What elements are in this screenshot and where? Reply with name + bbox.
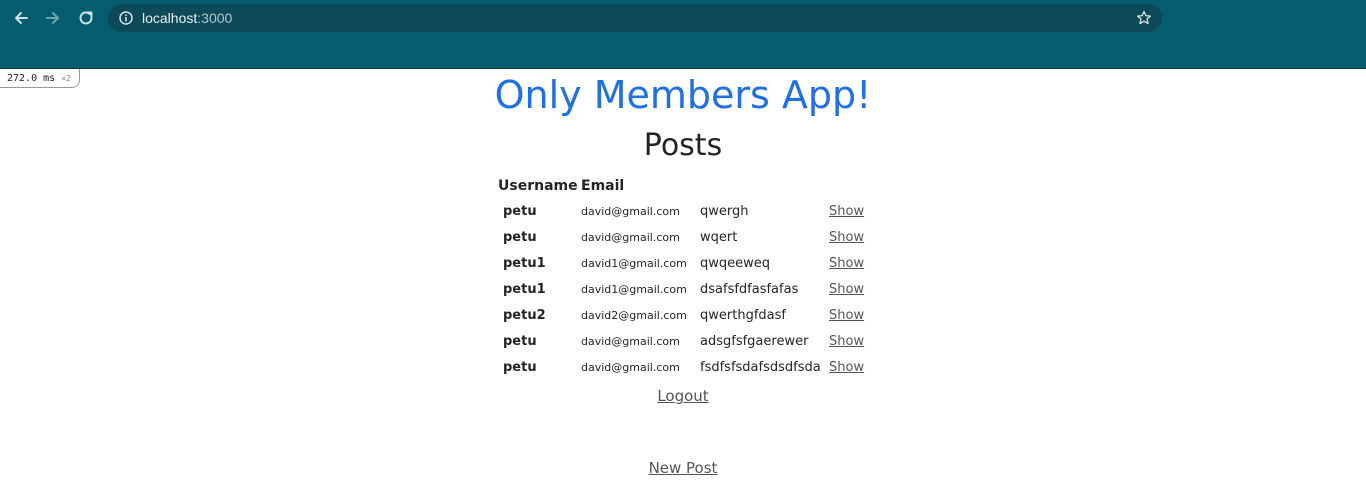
- table-row: petu1 david1@gmail.com dsafsfdfasfafas Show: [498, 276, 869, 302]
- post-message: dsafsfdfasfafas: [700, 281, 799, 297]
- show-link[interactable]: Show: [829, 282, 864, 297]
- post-message: qwqeeweq: [700, 255, 771, 271]
- address-bar[interactable]: localhost:3000: [108, 4, 1162, 32]
- table-row: petu david@gmail.com adsgfsfgaerewer Show: [498, 328, 869, 354]
- post-message: qwergh: [700, 203, 749, 219]
- new-post-link[interactable]: New Post: [649, 459, 718, 477]
- post-email: david2@gmail.com: [581, 308, 687, 322]
- url-port: :3000: [197, 10, 233, 26]
- show-link[interactable]: Show: [829, 334, 864, 349]
- table-row: petu david@gmail.com qwergh Show: [498, 198, 869, 224]
- browser-toolbar: localhost:3000: [0, 0, 1366, 69]
- post-email: david@gmail.com: [581, 334, 680, 348]
- table-row: petu david@gmail.com fsdfsfsdafsdsdfsda Sho…: [498, 354, 869, 380]
- column-header-email: Email: [581, 178, 625, 194]
- show-cell: Show: [829, 276, 869, 302]
- forward-arrow-icon: [46, 12, 59, 24]
- post-email: david@gmail.com: [581, 204, 680, 218]
- reload-button[interactable]: [73, 6, 99, 30]
- show-cell: Show: [829, 302, 869, 328]
- new-post-container: New Post: [0, 458, 1366, 478]
- posts-body: petu david@gmail.com qwergh Show petu david@g…: [498, 198, 869, 380]
- post-username: petu1: [503, 281, 546, 297]
- post-message: wqert: [700, 229, 738, 245]
- back-button[interactable]: [8, 6, 34, 30]
- post-username: petu: [503, 333, 537, 349]
- logout-container: Logout: [0, 386, 1366, 406]
- column-header-username: Username: [498, 178, 578, 194]
- app-title: Only Members App!: [494, 73, 872, 117]
- post-message: adsgfsfgaerewer: [700, 333, 809, 349]
- post-username: petu: [503, 229, 537, 245]
- post-username: petu: [503, 359, 537, 375]
- show-link[interactable]: Show: [829, 256, 864, 271]
- post-username: petu1: [503, 255, 546, 271]
- post-email: david@gmail.com: [581, 360, 680, 374]
- forward-button[interactable]: [40, 6, 66, 30]
- table-row: petu1 david1@gmail.com qwqeeweq Show: [498, 250, 869, 276]
- table-row: petu2 david2@gmail.com qwerthgfdasf Show: [498, 302, 869, 328]
- show-link[interactable]: Show: [829, 360, 864, 375]
- show-cell: Show: [829, 224, 869, 250]
- post-username: petu: [503, 203, 537, 219]
- table-header-row: Username Email: [498, 172, 869, 198]
- show-link[interactable]: Show: [829, 308, 864, 323]
- logout-link[interactable]: Logout: [657, 387, 708, 405]
- post-email: david1@gmail.com: [581, 282, 687, 296]
- url-text: localhost:3000: [142, 10, 232, 26]
- show-cell: Show: [829, 250, 869, 276]
- table-row: petu david@gmail.com wqert Show: [498, 224, 869, 250]
- info-icon[interactable]: [118, 10, 134, 26]
- posts-heading: Posts: [643, 128, 723, 163]
- star-icon[interactable]: [1136, 10, 1152, 26]
- url-host: localhost: [142, 10, 198, 26]
- show-link[interactable]: Show: [829, 204, 864, 219]
- post-email: david@gmail.com: [581, 230, 680, 244]
- post-email: david1@gmail.com: [581, 256, 687, 270]
- show-cell: Show: [829, 198, 869, 224]
- posts-table: Username Email petu david@gmail.com qwergh…: [498, 172, 869, 380]
- show-link[interactable]: Show: [829, 230, 864, 245]
- show-cell: Show: [829, 354, 869, 380]
- post-message: qwerthgfdasf: [700, 307, 786, 323]
- reload-icon: [79, 11, 93, 25]
- back-arrow-icon: [15, 12, 28, 24]
- post-username: petu2: [503, 307, 546, 323]
- post-message: fsdfsfsdafsdsdfsda: [700, 359, 821, 375]
- show-cell: Show: [829, 328, 869, 354]
